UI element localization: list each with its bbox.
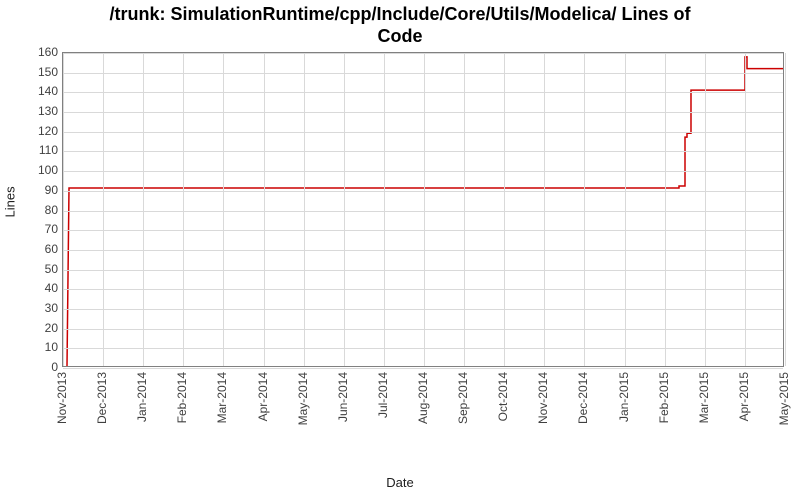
grid-line-v <box>584 53 585 366</box>
y-tick-label: 90 <box>8 183 58 197</box>
grid-line-v <box>304 53 305 366</box>
y-tick-label: 160 <box>8 45 58 59</box>
grid-line-v <box>665 53 666 366</box>
grid-line-h <box>63 112 783 113</box>
grid-line-h <box>63 309 783 310</box>
y-tick-label: 130 <box>8 104 58 118</box>
grid-line-v <box>785 53 786 366</box>
x-tick-label: Oct-2014 <box>496 372 510 421</box>
grid-line-h <box>63 329 783 330</box>
grid-line-v <box>544 53 545 366</box>
grid-line-h <box>63 171 783 172</box>
grid-line-v <box>63 53 64 366</box>
plot-area <box>62 52 784 367</box>
chart-container: /trunk: SimulationRuntime/cpp/Include/Co… <box>0 0 800 500</box>
grid-line-h <box>63 270 783 271</box>
x-tick-label: Aug-2014 <box>416 372 430 424</box>
x-tick-label: Mar-2015 <box>697 372 711 423</box>
x-tick-label: May-2015 <box>777 372 791 425</box>
grid-line-h <box>63 348 783 349</box>
y-tick-label: 60 <box>8 242 58 256</box>
x-tick-label: Jun-2014 <box>336 372 350 422</box>
y-tick-label: 10 <box>8 340 58 354</box>
grid-line-v <box>745 53 746 366</box>
grid-line-v <box>464 53 465 366</box>
x-tick-label: Jul-2014 <box>376 372 390 418</box>
x-tick-label: Dec-2013 <box>95 372 109 424</box>
x-tick-label: Nov-2013 <box>55 372 69 424</box>
y-tick-label: 140 <box>8 84 58 98</box>
x-tick-label: Mar-2014 <box>215 372 229 423</box>
x-tick-label: Feb-2014 <box>175 372 189 423</box>
grid-line-h <box>63 368 783 369</box>
y-tick-label: 0 <box>8 360 58 374</box>
grid-line-h <box>63 230 783 231</box>
title-line-2: Code <box>378 26 423 46</box>
grid-line-v <box>625 53 626 366</box>
grid-line-h <box>63 250 783 251</box>
grid-line-v <box>504 53 505 366</box>
grid-line-v <box>264 53 265 366</box>
grid-line-h <box>63 211 783 212</box>
grid-line-v <box>344 53 345 366</box>
x-tick-label: Dec-2014 <box>576 372 590 424</box>
grid-line-h <box>63 289 783 290</box>
title-line-1: /trunk: SimulationRuntime/cpp/Include/Co… <box>109 4 690 24</box>
grid-line-h <box>63 92 783 93</box>
y-tick-label: 30 <box>8 301 58 315</box>
x-tick-label: Sep-2014 <box>456 372 470 424</box>
y-tick-label: 20 <box>8 321 58 335</box>
x-tick-label: Apr-2015 <box>737 372 751 421</box>
x-tick-label: Apr-2014 <box>256 372 270 421</box>
grid-line-h <box>63 73 783 74</box>
x-tick-label: Jan-2014 <box>135 372 149 422</box>
grid-line-h <box>63 53 783 54</box>
x-tick-label: Feb-2015 <box>657 372 671 423</box>
y-tick-label: 150 <box>8 65 58 79</box>
x-tick-label: Jan-2015 <box>617 372 631 422</box>
y-tick-label: 100 <box>8 163 58 177</box>
grid-line-v <box>143 53 144 366</box>
series-line <box>63 53 783 366</box>
grid-line-h <box>63 132 783 133</box>
x-tick-label: May-2014 <box>296 372 310 425</box>
grid-line-v <box>103 53 104 366</box>
y-tick-label: 50 <box>8 262 58 276</box>
grid-line-v <box>424 53 425 366</box>
grid-line-h <box>63 191 783 192</box>
grid-line-v <box>705 53 706 366</box>
grid-line-v <box>183 53 184 366</box>
y-tick-label: 80 <box>8 203 58 217</box>
grid-line-v <box>223 53 224 366</box>
y-tick-label: 40 <box>8 281 58 295</box>
grid-line-h <box>63 151 783 152</box>
y-tick-label: 110 <box>8 143 58 157</box>
y-tick-label: 70 <box>8 222 58 236</box>
grid-line-v <box>384 53 385 366</box>
y-tick-label: 120 <box>8 124 58 138</box>
x-axis-label: Date <box>0 475 800 490</box>
chart-title: /trunk: SimulationRuntime/cpp/Include/Co… <box>0 0 800 47</box>
x-tick-label: Nov-2014 <box>536 372 550 424</box>
